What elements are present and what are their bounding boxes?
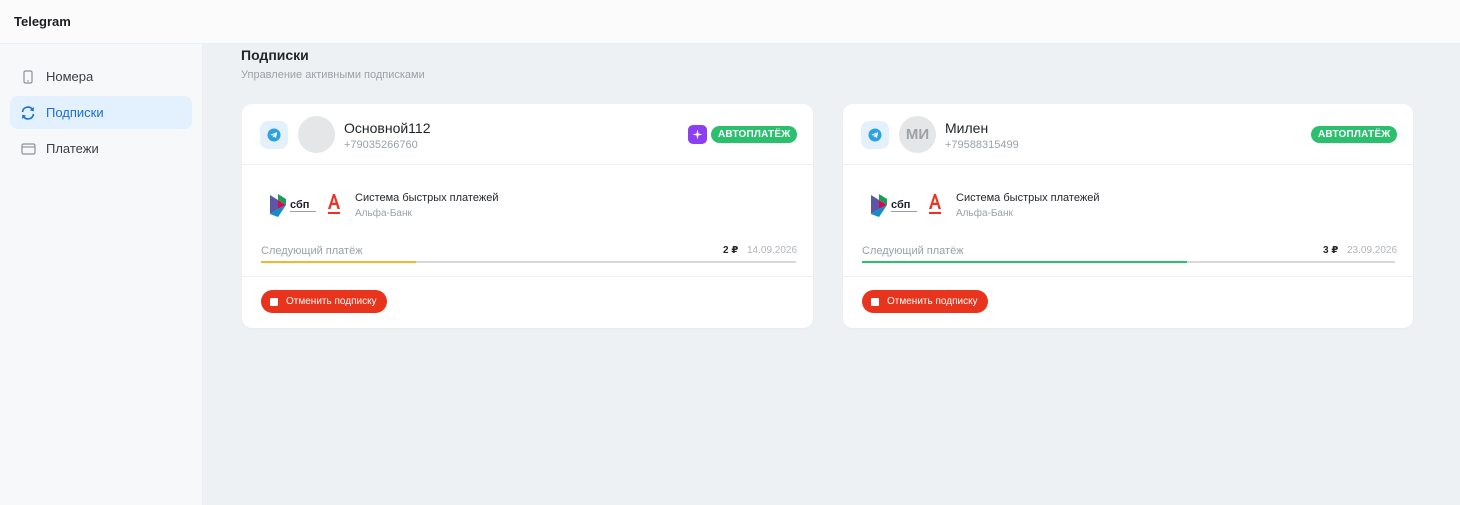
account-phone: +79035266760: [344, 139, 418, 151]
bank-name: Альфа-Банк: [355, 208, 412, 219]
account-name: Основной112: [344, 120, 431, 136]
window-titlebar: Telegram: [0, 0, 1460, 44]
account-name: Милен: [945, 120, 989, 136]
refresh-icon: [20, 105, 36, 121]
next-payment-amount: 3 ₽: [1323, 245, 1339, 256]
autopay-badge: АВТОПЛАТЁЖ: [1311, 126, 1398, 143]
bank-name: Альфа-Банк: [956, 208, 1013, 219]
app-title: Telegram: [14, 14, 71, 29]
payment-method-title: Система быстрых платежей: [355, 192, 499, 204]
payment-progress-bar: [261, 261, 796, 263]
avatar: [298, 116, 335, 153]
sidebar-item-label: Подписки: [46, 105, 104, 120]
sidebar-item-label: Номера: [46, 69, 94, 84]
cancel-button-label: Отменить подписку: [887, 296, 978, 307]
next-payment-amount: 2 ₽: [723, 245, 739, 256]
sidebar-item-payments[interactable]: Платежи: [10, 132, 192, 165]
svg-text:сбп: сбп: [891, 199, 910, 211]
page-subtitle: Управление активными подписками: [241, 69, 425, 81]
sparkle-icon: [688, 125, 707, 144]
cancel-subscription-button[interactable]: Отменить подписку: [261, 290, 387, 313]
sidebar-item-numbers[interactable]: Номера: [10, 60, 192, 93]
sbp-logo-icon: сбп: [871, 194, 917, 217]
subscription-card: Основной112 +79035266760 АВТОПЛАТЁЖ сбп …: [242, 104, 813, 328]
payment-method: сбп Система быстрых платежей Альфа-Банк: [871, 190, 1391, 220]
avatar: МИ: [899, 116, 936, 153]
telegram-icon: [260, 121, 288, 149]
stop-icon: [871, 297, 879, 306]
divider: [242, 276, 813, 277]
progress-fill: [862, 261, 1188, 263]
progress-fill: [261, 261, 417, 263]
alfa-bank-logo-icon: [929, 194, 941, 214]
phone-icon: [20, 69, 36, 85]
payment-method-title: Система быстрых платежей: [956, 192, 1100, 204]
next-payment-date: 14.09.2026: [747, 245, 798, 256]
next-payment-label: Следующий платёж: [862, 245, 964, 257]
wallet-icon: [20, 141, 36, 157]
subscription-card: МИ Милен +79588315499 АВТОПЛАТЁЖ сбп Сис…: [843, 104, 1413, 328]
cancel-subscription-button[interactable]: Отменить подписку: [862, 290, 988, 313]
sidebar-item-label: Платежи: [46, 141, 99, 156]
sidebar-item-subscriptions[interactable]: Подписки: [10, 96, 192, 129]
sidebar: Номера Подписки Платежи: [0, 44, 203, 505]
autopay-badge: АВТОПЛАТЁЖ: [711, 126, 798, 143]
alfa-bank-logo-icon: [328, 194, 340, 214]
account-phone: +79588315499: [945, 139, 1019, 151]
sbp-logo-icon: сбп: [270, 194, 316, 217]
page-title: Подписки: [241, 47, 309, 63]
telegram-icon: [861, 121, 889, 149]
card-header: МИ Милен +79588315499 АВТОПЛАТЁЖ: [843, 104, 1413, 165]
divider: [843, 276, 1413, 277]
payment-method: сбп Система быстрых платежей Альфа-Банк: [270, 190, 790, 220]
svg-text:сбп: сбп: [290, 199, 309, 211]
cancel-button-label: Отменить подписку: [286, 296, 377, 307]
card-header: Основной112 +79035266760 АВТОПЛАТЁЖ: [242, 104, 813, 165]
payment-progress-bar: [862, 261, 1395, 263]
next-payment-date: 23.09.2026: [1347, 245, 1398, 256]
main-content: Подписки Управление активными подписками…: [204, 44, 1460, 505]
next-payment-label: Следующий платёж: [261, 245, 363, 257]
stop-icon: [270, 297, 278, 306]
